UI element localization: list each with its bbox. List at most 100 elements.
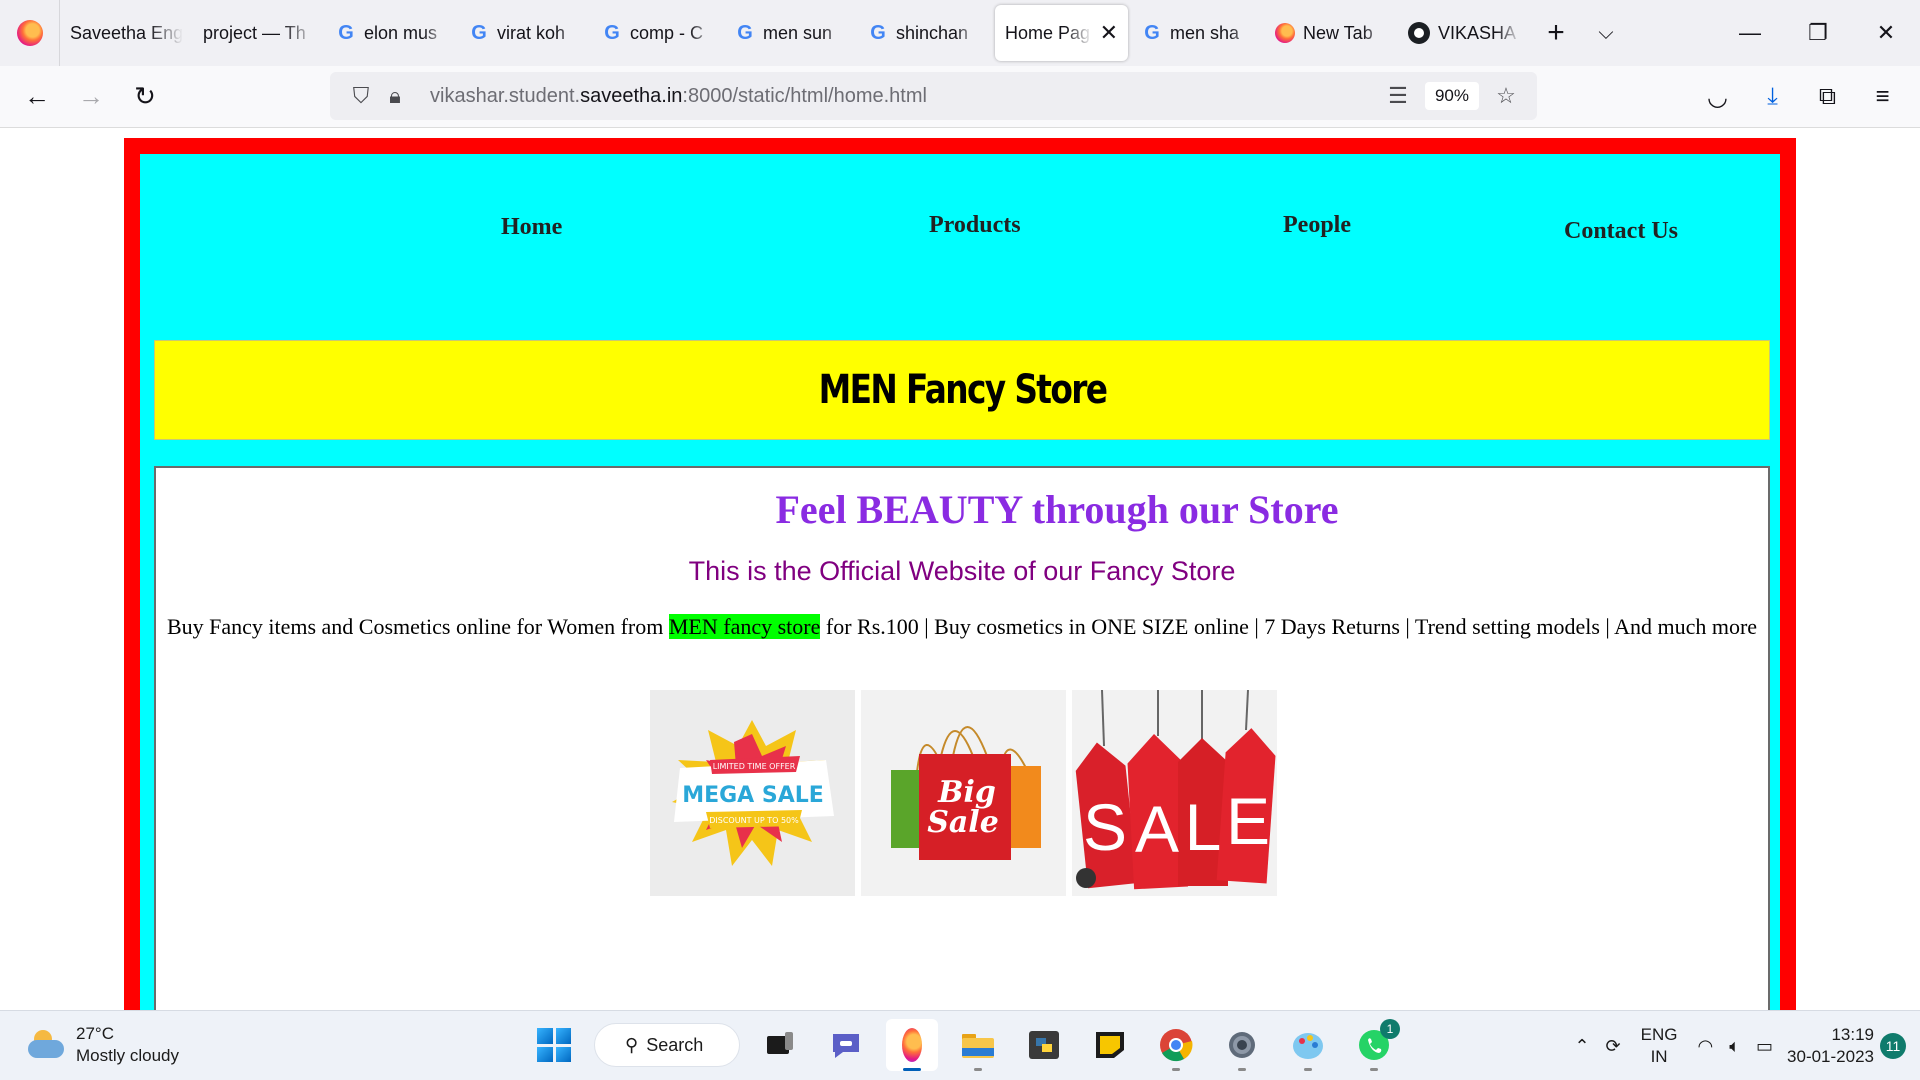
task-view-icon	[767, 1032, 793, 1054]
insecure-lock-icon[interactable]: 🔒︎	[378, 83, 412, 109]
shield-icon[interactable]: ⛉	[344, 83, 378, 109]
nav-people-link[interactable]: People	[1283, 212, 1351, 239]
weather-condition: Mostly cloudy	[76, 1046, 179, 1065]
weather-widget[interactable]: 27°C Mostly cloudy	[28, 1023, 179, 1067]
page-viewport: Home Products People Contact Us MEN Fanc…	[0, 128, 1920, 1010]
active-indicator	[903, 1068, 921, 1071]
sync-icon[interactable]: ⟳	[1598, 1036, 1629, 1057]
reload-icon[interactable]: ↻	[118, 70, 172, 124]
teams-chat-button[interactable]	[820, 1019, 872, 1071]
chrome-button[interactable]	[1150, 1019, 1202, 1071]
close-tab-icon[interactable]: ✕	[1100, 20, 1118, 46]
running-indicator	[1370, 1068, 1378, 1071]
url-domain: saveetha.in	[580, 84, 683, 107]
settings-button[interactable]	[1216, 1019, 1268, 1071]
task-view-button[interactable]	[754, 1019, 806, 1071]
system-tray: ⌃ ⟳ ENG IN ◠ 🔈︎ ▭ 13:19 30-01-2023 11	[1566, 1017, 1920, 1075]
wifi-icon[interactable]: ◠	[1689, 1036, 1721, 1057]
list-all-tabs-icon[interactable]: ⌵	[1581, 22, 1631, 45]
tab-label: virat koh	[497, 22, 566, 43]
url-text[interactable]: vikashar.student.saveetha.in:8000/static…	[430, 85, 1381, 108]
url-bar[interactable]: ⛉ 🔒︎ vikashar.student.saveetha.in:8000/s…	[330, 72, 1537, 120]
bookmark-star-icon[interactable]: ☆	[1489, 83, 1523, 109]
extensions-icon[interactable]: ⧉	[1800, 70, 1855, 124]
running-indicator	[1304, 1068, 1312, 1071]
python-ide-button[interactable]	[1018, 1019, 1070, 1071]
sale-gallery: LIMITED TIME OFFER MEGA SALE DISCOUNT UP…	[650, 690, 1277, 896]
page-frame: Home Products People Contact Us MEN Fanc…	[124, 138, 1796, 1010]
tab-shinchan[interactable]: G shinchan	[858, 5, 991, 61]
restore-icon[interactable]: ❐	[1784, 0, 1852, 66]
volume-icon[interactable]: 🔈︎	[1721, 1036, 1748, 1057]
whatsapp-button[interactable]: 1	[1348, 1019, 1400, 1071]
google-icon: G	[338, 21, 354, 44]
sale-tags-image: S A L E	[1072, 690, 1277, 896]
github-icon	[1408, 22, 1430, 44]
running-indicator	[1238, 1068, 1246, 1071]
url-suffix: :8000/static/html/home.html	[682, 84, 927, 107]
subtitle: This is the Official Website of our Fanc…	[688, 556, 1236, 586]
search-icon: ⚲	[625, 1034, 639, 1055]
clock[interactable]: 13:19 30-01-2023	[1781, 1024, 1880, 1068]
sticky-notes-button[interactable]	[1084, 1019, 1136, 1071]
downloads-icon[interactable]: ⤓	[1745, 70, 1800, 124]
url-prefix: vikashar.student.	[430, 84, 581, 107]
zoom-level-button[interactable]: 90%	[1424, 82, 1479, 110]
store-title: MEN Fancy Store	[818, 367, 1107, 413]
big-sale-line2: Sale	[927, 805, 999, 840]
firefox-icon	[16, 20, 43, 46]
weather-text: 27°C Mostly cloudy	[76, 1023, 179, 1067]
store-description: Buy Fancy items and Cosmetics online for…	[156, 614, 1768, 640]
tab-comp[interactable]: G comp - C	[592, 5, 725, 61]
firefox-taskbar-button[interactable]	[886, 1019, 938, 1071]
tab-virat[interactable]: G virat koh	[459, 5, 592, 61]
folder-icon	[962, 1034, 994, 1058]
taskbar-apps: ⚲ Search 1	[528, 1019, 1400, 1071]
chat-icon	[833, 1034, 859, 1058]
tab-elon[interactable]: G elon mus	[326, 5, 459, 61]
tab-home-page[interactable]: Home Pag ✕	[995, 5, 1128, 61]
sale-letter-s: S	[1083, 790, 1127, 864]
tab-label: shinchan	[896, 22, 969, 43]
tab-label: Home Pag	[1005, 22, 1091, 43]
tab-label: VIKASHA	[1438, 22, 1517, 43]
nav-contact-link[interactable]: Contact Us	[1564, 218, 1678, 245]
google-icon: G	[471, 21, 487, 44]
tab-men-sun[interactable]: G men sun	[725, 5, 858, 61]
minimize-icon[interactable]: —	[1716, 0, 1784, 66]
paint-button[interactable]	[1282, 1019, 1334, 1071]
language-indicator[interactable]: ENG IN	[1629, 1024, 1690, 1068]
file-explorer-button[interactable]	[952, 1019, 1004, 1071]
back-icon[interactable]: ←	[10, 70, 64, 124]
battery-icon[interactable]: ▭	[1748, 1036, 1781, 1057]
tab-saveetha[interactable]: Saveetha Eng	[60, 5, 193, 61]
start-button[interactable]	[528, 1019, 580, 1071]
firefox-view-button[interactable]	[0, 0, 60, 66]
tab-label: men sha	[1170, 22, 1240, 43]
google-icon: G	[604, 21, 620, 44]
big-sale-image: Big Sale	[861, 690, 1066, 896]
page-container: Home Products People Contact Us MEN Fanc…	[140, 154, 1780, 1010]
windows-icon	[537, 1028, 571, 1062]
running-indicator	[974, 1068, 982, 1071]
nav-home-link[interactable]: Home	[501, 214, 562, 241]
tab-men-sha[interactable]: G men sha	[1132, 5, 1265, 61]
menu-icon[interactable]: ≡	[1855, 70, 1910, 124]
close-window-icon[interactable]: ✕	[1852, 0, 1920, 66]
pocket-icon[interactable]: ◡	[1690, 70, 1745, 124]
sale-letter-e: E	[1226, 784, 1270, 858]
show-hidden-icons-chevron-icon[interactable]: ⌃	[1566, 1036, 1597, 1057]
tab-new-tab[interactable]: New Tab	[1265, 5, 1398, 61]
nav-products-link[interactable]: Products	[929, 212, 1021, 239]
taskbar-search[interactable]: ⚲ Search	[594, 1023, 740, 1067]
reader-view-icon[interactable]: ☰	[1381, 83, 1415, 109]
tab-github[interactable]: VIKASHA	[1398, 5, 1531, 61]
tab-project[interactable]: project — Th	[193, 5, 326, 61]
notification-count-badge[interactable]: 11	[1880, 1033, 1906, 1059]
new-tab-button[interactable]: +	[1531, 16, 1581, 50]
lang-code: ENG	[1640, 1025, 1678, 1044]
forward-icon[interactable]: →	[64, 70, 118, 124]
tab-label: comp - C	[630, 22, 704, 43]
search-label: Search	[646, 1034, 704, 1055]
gear-icon	[1229, 1032, 1255, 1058]
